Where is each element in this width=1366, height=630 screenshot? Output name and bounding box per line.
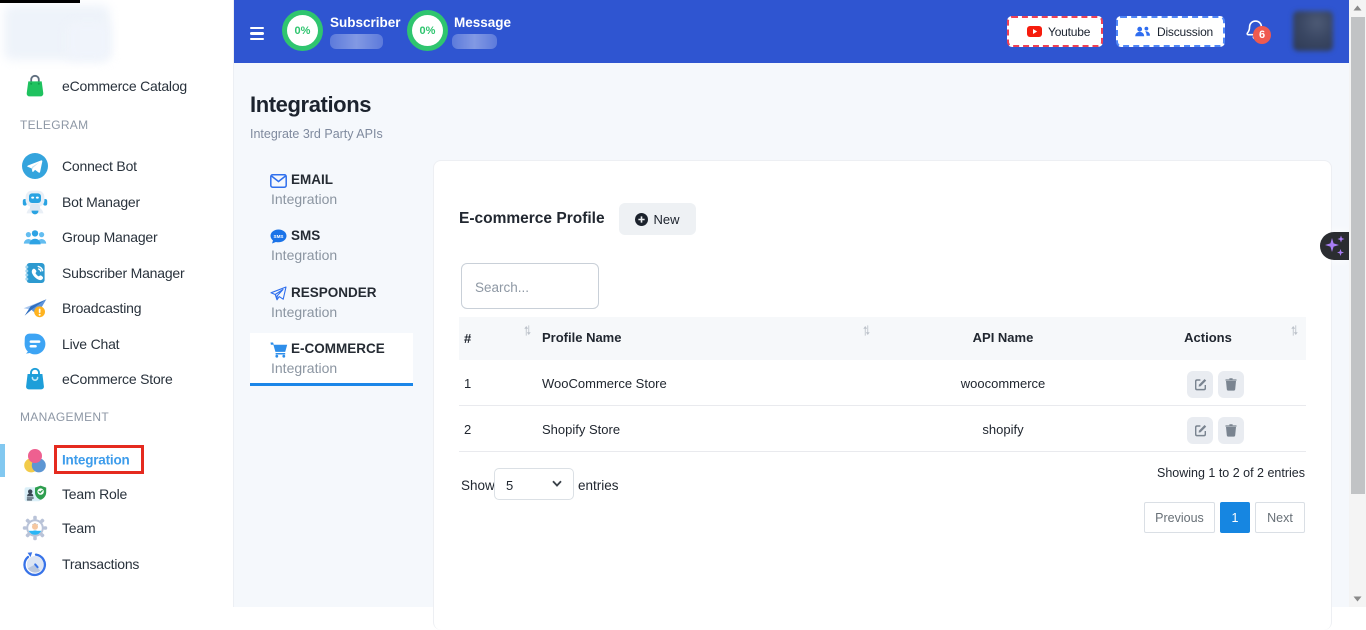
svg-text:SMS: SMS — [274, 234, 284, 239]
